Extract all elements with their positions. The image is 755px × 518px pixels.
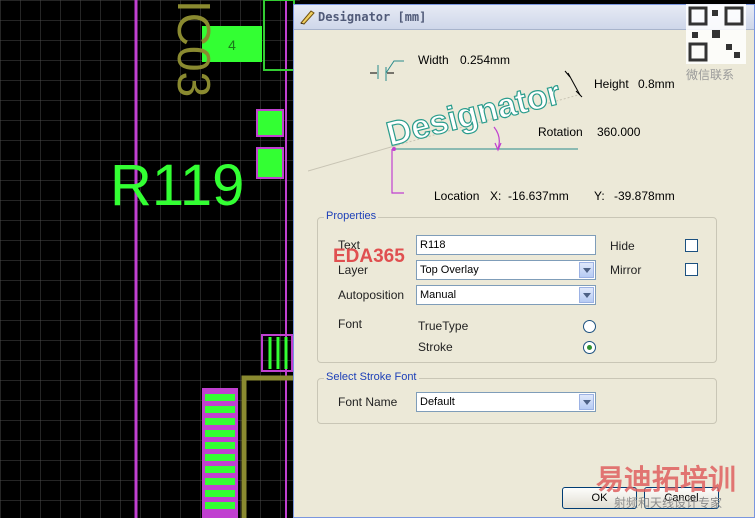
layer-select-value: Top Overlay	[420, 264, 479, 276]
wechat-watermark: 微信联系	[686, 68, 735, 82]
chevron-down-icon[interactable]	[579, 287, 594, 303]
pcb-pad	[256, 147, 284, 179]
chevron-down-icon[interactable]	[579, 394, 594, 410]
layer-select[interactable]: Top Overlay	[416, 260, 596, 280]
width-label: Width	[418, 53, 449, 67]
pad-label: 4	[228, 37, 236, 53]
font-truetype-radio[interactable]	[583, 320, 596, 333]
designator-tool-icon	[300, 10, 315, 25]
dialog-titlebar[interactable]: Designator [mm]	[294, 5, 754, 30]
autoposition-label: Autoposition	[338, 288, 405, 302]
designator-diagram: Designator Width 0.254mm Height 0.8mm Ro…	[308, 33, 742, 213]
diagram-graphics: Designator	[308, 60, 583, 194]
font-stroke-label: Stroke	[418, 340, 453, 354]
width-value: 0.254mm	[460, 53, 511, 67]
vertical-designator: IC03	[168, 0, 220, 97]
location-x-label: X:	[490, 189, 502, 203]
mirror-label: Mirror	[610, 263, 642, 277]
text-input[interactable]: R118	[416, 235, 596, 255]
hide-checkbox[interactable]	[685, 239, 698, 252]
font-truetype-label: TrueType	[418, 319, 469, 333]
location-x-value: -16.637mm	[508, 189, 569, 203]
properties-legend: Properties	[324, 210, 379, 222]
properties-group: Properties Text R118 Layer Top Overlay A…	[317, 210, 717, 363]
stroke-font-legend: Select Stroke Font	[324, 371, 419, 383]
location-y-value: -39.878mm	[614, 189, 675, 203]
location-y-label: Y:	[594, 189, 605, 203]
font-name-select[interactable]: Default	[416, 392, 596, 412]
qr-code-icon	[686, 4, 746, 64]
cn-watermark-sub: 射频和天线设计专家	[614, 496, 723, 510]
rotation-value: 360.000	[597, 125, 641, 139]
font-stroke-radio[interactable]	[583, 341, 596, 354]
pcb-pad	[256, 109, 284, 137]
autoposition-select[interactable]: Manual	[416, 285, 596, 305]
eda365-watermark: EDA365	[333, 246, 405, 267]
dialog-title: Designator [mm]	[318, 10, 427, 24]
autoposition-select-value: Manual	[420, 289, 457, 301]
hide-label: Hide	[610, 239, 635, 253]
height-value: 0.8mm	[638, 77, 675, 91]
chevron-down-icon[interactable]	[579, 262, 594, 278]
font-label: Font	[338, 317, 363, 331]
location-label: Location	[434, 189, 480, 203]
mirror-checkbox[interactable]	[685, 263, 698, 276]
designator-sample-text: Designator	[383, 74, 565, 154]
font-name-select-value: Default	[420, 396, 455, 408]
font-name-label: Font Name	[338, 395, 398, 409]
cn-watermark: 易迪拓培训	[596, 464, 737, 495]
rotation-label: Rotation	[538, 125, 583, 139]
big-designator: R119	[110, 153, 244, 218]
height-label: Height	[594, 77, 629, 91]
stroke-font-group: Select Stroke Font Font Name Default	[317, 371, 717, 424]
